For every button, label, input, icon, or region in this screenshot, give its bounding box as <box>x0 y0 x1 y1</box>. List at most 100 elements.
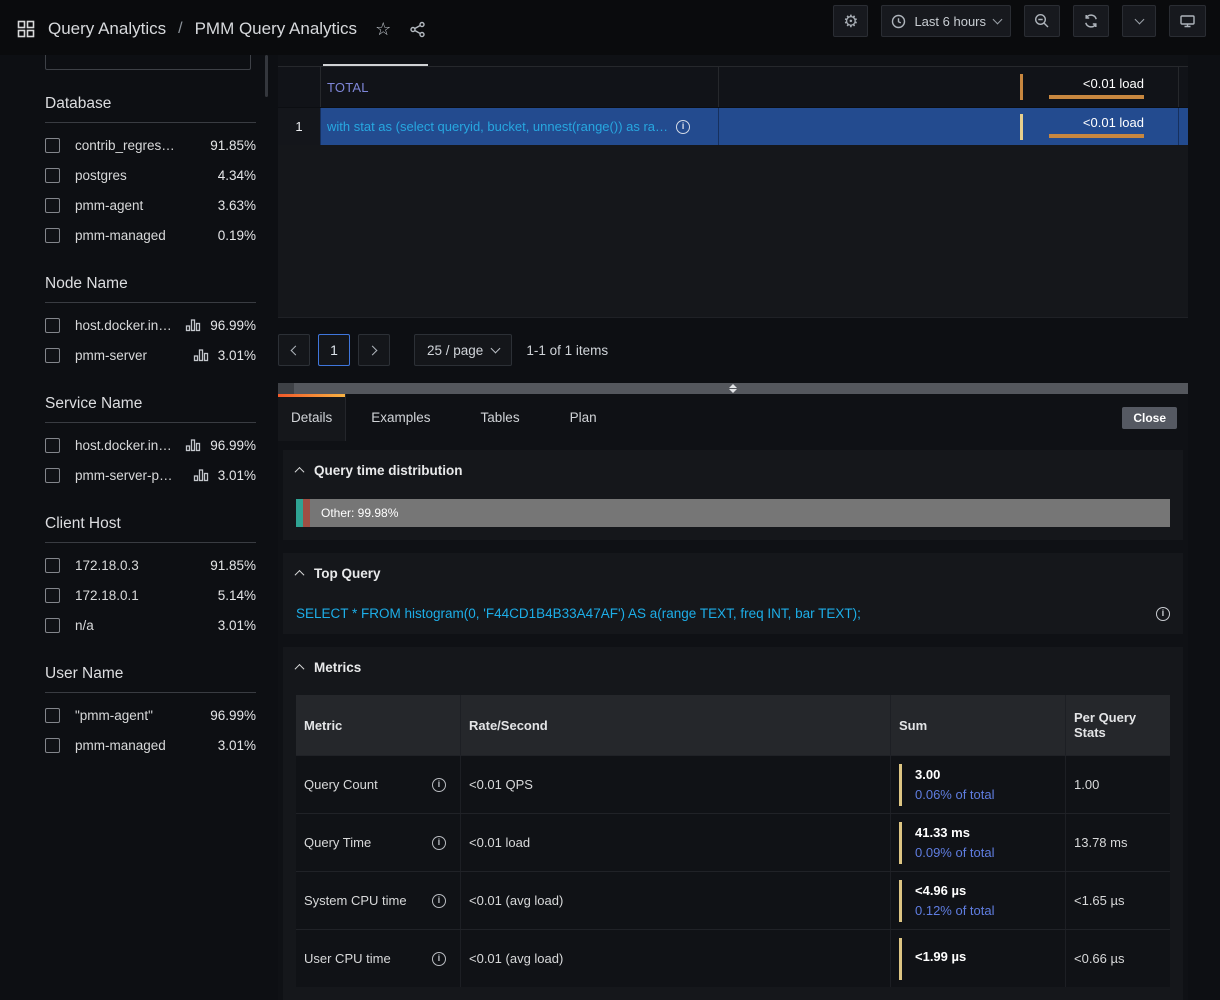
filter-checkbox[interactable] <box>45 198 60 213</box>
filter-checkbox[interactable] <box>45 618 60 633</box>
close-button[interactable]: Close <box>1122 407 1177 429</box>
filter-checkbox[interactable] <box>45 468 60 483</box>
queries-table: TOTAL <0.01 load 1 with stat as (select … <box>278 55 1188 318</box>
filter-section-title: Database <box>45 95 256 113</box>
filter-label[interactable]: "pmm-agent" <box>75 708 210 723</box>
info-icon[interactable] <box>432 952 446 966</box>
pct-of-total-link[interactable]: 0.12% of total <box>915 903 995 918</box>
metrics-row: Query Time <0.01 load 41.33 ms 0.09% of … <box>296 813 1170 871</box>
filter-label[interactable]: pmm-agent <box>75 198 218 213</box>
load-sparkline-marker <box>1020 114 1023 140</box>
total-row[interactable]: TOTAL <0.01 load <box>278 67 1188 108</box>
filter-row[interactable]: postgres 4.34% <box>45 160 256 190</box>
filter-percentage: 3.01% <box>218 618 256 633</box>
filter-checkbox[interactable] <box>45 708 60 723</box>
filter-section-title: Client Host <box>45 515 256 533</box>
bar-chart-icon[interactable] <box>185 318 201 332</box>
filter-label[interactable]: 172.18.0.1 <box>75 588 218 603</box>
filter-checkbox[interactable] <box>45 138 60 153</box>
filter-label[interactable]: pmm-managed <box>75 738 218 753</box>
collapse-chevron-icon[interactable] <box>295 570 305 580</box>
filter-row[interactable]: pmm-agent 3.63% <box>45 190 256 220</box>
prev-page-button[interactable] <box>278 334 310 366</box>
filter-label[interactable]: 172.18.0.3 <box>75 558 210 573</box>
collapse-chevron-icon[interactable] <box>295 664 305 674</box>
filter-row[interactable]: pmm-managed 0.19% <box>45 220 256 250</box>
filter-checkbox[interactable] <box>45 228 60 243</box>
filter-checkbox[interactable] <box>45 558 60 573</box>
filter-search-input[interactable] <box>45 55 251 70</box>
filter-checkbox[interactable] <box>45 168 60 183</box>
filter-row[interactable]: 172.18.0.3 91.85% <box>45 550 256 580</box>
info-icon[interactable] <box>432 836 446 850</box>
info-icon[interactable] <box>432 894 446 908</box>
filter-checkbox[interactable] <box>45 588 60 603</box>
time-range-picker[interactable]: Last 6 hours <box>881 5 1011 37</box>
load-value: <0.01 load <box>1083 76 1144 91</box>
filter-row[interactable]: pmm-managed 3.01% <box>45 730 256 760</box>
info-icon[interactable] <box>676 120 690 134</box>
collapse-chevron-icon[interactable] <box>295 467 305 477</box>
gear-icon: ⚙ <box>843 13 858 30</box>
bar-chart-icon[interactable] <box>193 468 209 482</box>
filter-checkbox[interactable] <box>45 738 60 753</box>
share-icon[interactable] <box>409 21 426 38</box>
column-header: Rate/Second <box>460 695 890 755</box>
breadcrumb-section[interactable]: Query Analytics <box>48 19 166 39</box>
total-link[interactable]: TOTAL <box>327 80 369 95</box>
query-link[interactable]: with stat as (select queryid, bucket, un… <box>327 119 668 134</box>
row-end-spacer <box>1178 108 1188 145</box>
filter-label[interactable]: pmm-managed <box>75 228 218 243</box>
query-row-selected[interactable]: 1 with stat as (select queryid, bucket, … <box>278 108 1188 145</box>
favorite-star-icon[interactable]: ☆ <box>375 20 391 38</box>
filter-row[interactable]: pmm-server 3.01% <box>45 340 256 370</box>
tab-plan[interactable]: Plan <box>545 394 622 441</box>
filter-checkbox[interactable] <box>45 438 60 453</box>
tab-examples[interactable]: Examples <box>346 394 455 441</box>
tab-tables[interactable]: Tables <box>456 394 545 441</box>
filter-percentage: 91.85% <box>210 558 256 573</box>
filter-checkbox[interactable] <box>45 348 60 363</box>
zoom-out-button[interactable] <box>1024 5 1060 37</box>
filter-row[interactable]: host.docker.in… 96.99% <box>45 310 256 340</box>
refresh-button[interactable] <box>1073 5 1109 37</box>
filter-row[interactable]: 172.18.0.1 5.14% <box>45 580 256 610</box>
filter-label[interactable]: host.docker.in… <box>75 318 185 333</box>
filter-section-database: Database contrib_regres… 91.85% postgres… <box>45 95 256 250</box>
filter-checkbox[interactable] <box>45 318 60 333</box>
empty-cell <box>718 67 1008 107</box>
apps-grid-icon[interactable] <box>14 17 38 41</box>
pct-of-total-link[interactable]: 0.09% of total <box>915 845 995 860</box>
filter-label[interactable]: postgres <box>75 168 218 183</box>
section-divider <box>45 422 256 423</box>
filter-row[interactable]: pmm-server-p… 3.01% <box>45 460 256 490</box>
bar-chart-icon[interactable] <box>185 438 201 452</box>
pct-of-total-link[interactable]: 0.06% of total <box>915 787 995 802</box>
dashboard-settings-button[interactable]: ⚙ <box>833 5 868 37</box>
filter-label[interactable]: n/a <box>75 618 218 633</box>
filter-section-user-name: User Name "pmm-agent" 96.99% pmm-managed… <box>45 665 256 760</box>
info-icon[interactable] <box>432 778 446 792</box>
filter-label[interactable]: contrib_regres… <box>75 138 210 153</box>
page-size-select[interactable]: 25 / page <box>414 334 512 366</box>
filter-row[interactable]: contrib_regres… 91.85% <box>45 130 256 160</box>
info-icon[interactable] <box>1156 607 1170 621</box>
filter-percentage: 5.14% <box>218 588 256 603</box>
filter-label[interactable]: pmm-server <box>75 348 193 363</box>
next-page-button[interactable] <box>358 334 390 366</box>
filter-row[interactable]: host.docker.in… 96.99% <box>45 430 256 460</box>
filter-label[interactable]: host.docker.in… <box>75 438 185 453</box>
pane-resize-handle[interactable] <box>278 383 1188 394</box>
cycle-view-mode-button[interactable] <box>1169 5 1206 37</box>
filter-section-node-name: Node Name host.docker.in… 96.99% pmm-ser… <box>45 275 256 370</box>
refresh-interval-dropdown[interactable] <box>1122 5 1156 37</box>
bar-chart-icon[interactable] <box>193 348 209 362</box>
metric-per-query: 13.78 ms <box>1065 814 1170 871</box>
filter-row[interactable]: n/a 3.01% <box>45 610 256 640</box>
filter-row[interactable]: "pmm-agent" 96.99% <box>45 700 256 730</box>
sidebar-scrollbar[interactable] <box>265 55 268 97</box>
filter-label[interactable]: pmm-server-p… <box>75 468 193 483</box>
tab-details[interactable]: Details <box>278 394 346 441</box>
breadcrumb-page[interactable]: PMM Query Analytics <box>195 19 358 39</box>
page-1-button[interactable]: 1 <box>318 334 350 366</box>
